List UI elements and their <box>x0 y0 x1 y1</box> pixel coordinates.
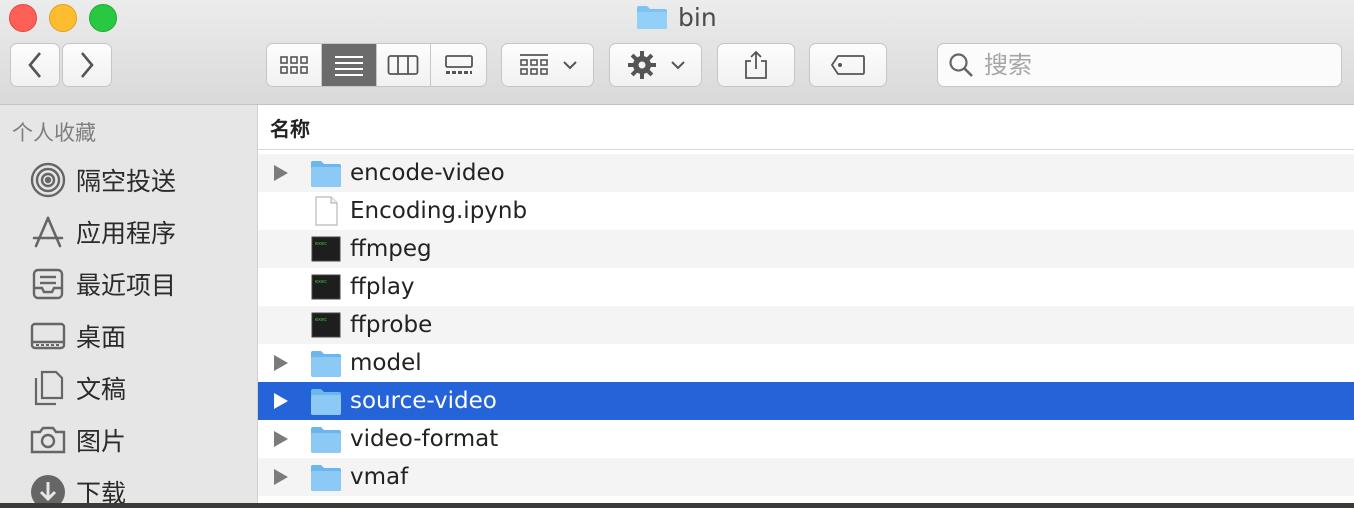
folder-icon <box>311 351 341 377</box>
icon-grid-icon <box>280 56 308 74</box>
file-name: ffprobe <box>350 312 433 338</box>
terminal-executable-icon: exec <box>311 274 341 300</box>
group-grid-icon <box>519 54 548 75</box>
recents-icon <box>28 264 68 304</box>
sidebar-item-label: 文稿 <box>76 375 127 404</box>
folder-icon <box>311 161 341 187</box>
sidebar-item-downloads[interactable]: 下载 <box>28 470 126 503</box>
disclosure-triangle-icon[interactable] <box>274 355 288 371</box>
file-name: model <box>350 350 422 376</box>
sidebar-item-recents[interactable]: 最近项目 <box>28 262 176 306</box>
file-name: ffmpeg <box>350 236 432 262</box>
sidebar-item-label: 下载 <box>76 479 127 503</box>
chevron-down-icon <box>670 61 685 70</box>
sidebar-item-label: 隔空投送 <box>76 167 177 196</box>
sidebar-item-label: 桌面 <box>76 323 127 352</box>
view-mode-segmented-control <box>266 43 487 87</box>
disclosure-triangle-icon[interactable] <box>274 469 288 485</box>
svg-text:exec: exec <box>315 317 327 323</box>
disclosure-triangle-icon[interactable] <box>274 431 288 447</box>
minimize-window-button[interactable] <box>49 4 77 32</box>
sidebar-item-label: 最近项目 <box>76 271 177 300</box>
file-row-encoding-ipynb[interactable]: Encoding.ipynb <box>258 192 1354 230</box>
file-row-encode-video[interactable]: encode-video <box>258 154 1354 192</box>
sidebar-item-documents[interactable]: 文稿 <box>28 366 126 410</box>
desktop-icon <box>28 316 68 356</box>
search-field[interactable] <box>937 43 1342 87</box>
group-by-button[interactable] <box>501 43 594 87</box>
list-icon <box>334 56 363 76</box>
file-list: 名称 encode-video Encoding.ipynb exec ffmp… <box>258 105 1354 503</box>
airdrop-icon <box>28 160 68 200</box>
svg-text:exec: exec <box>315 241 327 247</box>
tag-icon <box>830 55 865 75</box>
chevron-down-icon <box>562 61 577 70</box>
file-row-model[interactable]: model <box>258 344 1354 382</box>
sidebar-item-label: 图片 <box>76 427 127 456</box>
chevron-left-icon <box>28 52 41 78</box>
folder-icon <box>311 427 341 453</box>
terminal-executable-icon: exec <box>311 236 341 262</box>
applications-icon <box>28 212 68 252</box>
sidebar-item-airdrop[interactable]: 隔空投送 <box>28 158 176 202</box>
sidebar-item-label: 应用程序 <box>76 219 177 248</box>
search-input[interactable] <box>982 50 1326 80</box>
gallery-view-button[interactable] <box>431 44 486 86</box>
search-icon <box>949 53 973 77</box>
folder-icon <box>637 6 667 29</box>
file-row-ffplay[interactable]: exec ffplay <box>258 268 1354 306</box>
file-row-vmaf[interactable]: vmaf <box>258 458 1354 496</box>
columns-icon <box>387 55 419 75</box>
file-name: vmaf <box>350 464 409 490</box>
file-row-ffmpeg[interactable]: exec ffmpeg <box>258 230 1354 268</box>
file-name: encode-video <box>350 160 505 186</box>
folder-icon <box>311 465 341 491</box>
terminal-executable-icon: exec <box>311 312 341 338</box>
downloads-icon <box>28 472 68 503</box>
sidebar-item-pictures[interactable]: 图片 <box>28 418 126 462</box>
sidebar: 个人收藏 隔空投送 应用程序 最近项目 桌面 文稿 图片 下载 <box>0 105 258 503</box>
file-name: Encoding.ipynb <box>350 198 528 224</box>
share-button[interactable] <box>717 43 795 87</box>
list-view-button[interactable] <box>321 44 377 86</box>
back-button[interactable] <box>10 43 60 87</box>
file-name: ffplay <box>350 274 415 300</box>
file-name: video-format <box>350 426 499 452</box>
gear-icon <box>627 51 656 79</box>
svg-text:exec: exec <box>315 279 327 285</box>
gallery-icon <box>444 55 473 74</box>
icon-view-button[interactable] <box>267 44 322 86</box>
window-title: bin <box>636 2 717 32</box>
folder-icon <box>311 389 341 415</box>
share-icon <box>745 50 767 79</box>
finder-window: bin 搜索 个人收藏 隔空投送 应用程序 最近项目 桌面 文稿 图片 下载 名… <box>0 0 1354 503</box>
column-view-button[interactable] <box>376 44 432 86</box>
file-row-ffprobe[interactable]: exec ffprobe <box>258 306 1354 344</box>
window-title-text: bin <box>678 2 717 32</box>
column-header-name[interactable]: 名称 <box>258 105 1354 150</box>
sidebar-item-applications[interactable]: 应用程序 <box>28 210 176 254</box>
file-row-video-format[interactable]: video-format <box>258 420 1354 458</box>
close-window-button[interactable] <box>9 4 37 32</box>
documents-icon <box>28 368 68 408</box>
tags-button[interactable] <box>809 43 887 87</box>
disclosure-triangle-icon[interactable] <box>274 165 288 181</box>
action-menu-button[interactable] <box>609 43 702 87</box>
document-icon <box>315 196 338 226</box>
sidebar-section-favorites: 个人收藏 <box>12 121 96 145</box>
sidebar-item-desktop[interactable]: 桌面 <box>28 314 126 358</box>
chevron-right-icon <box>81 52 94 78</box>
file-name: source-video <box>350 388 497 414</box>
column-header-label: 名称 <box>270 117 310 141</box>
toolbar: bin <box>0 0 1354 105</box>
zoom-window-button[interactable] <box>89 4 117 32</box>
forward-button[interactable] <box>62 43 112 87</box>
pictures-icon <box>28 420 68 460</box>
file-row-source-video[interactable]: source-video <box>258 382 1354 420</box>
disclosure-triangle-icon[interactable] <box>274 393 288 409</box>
